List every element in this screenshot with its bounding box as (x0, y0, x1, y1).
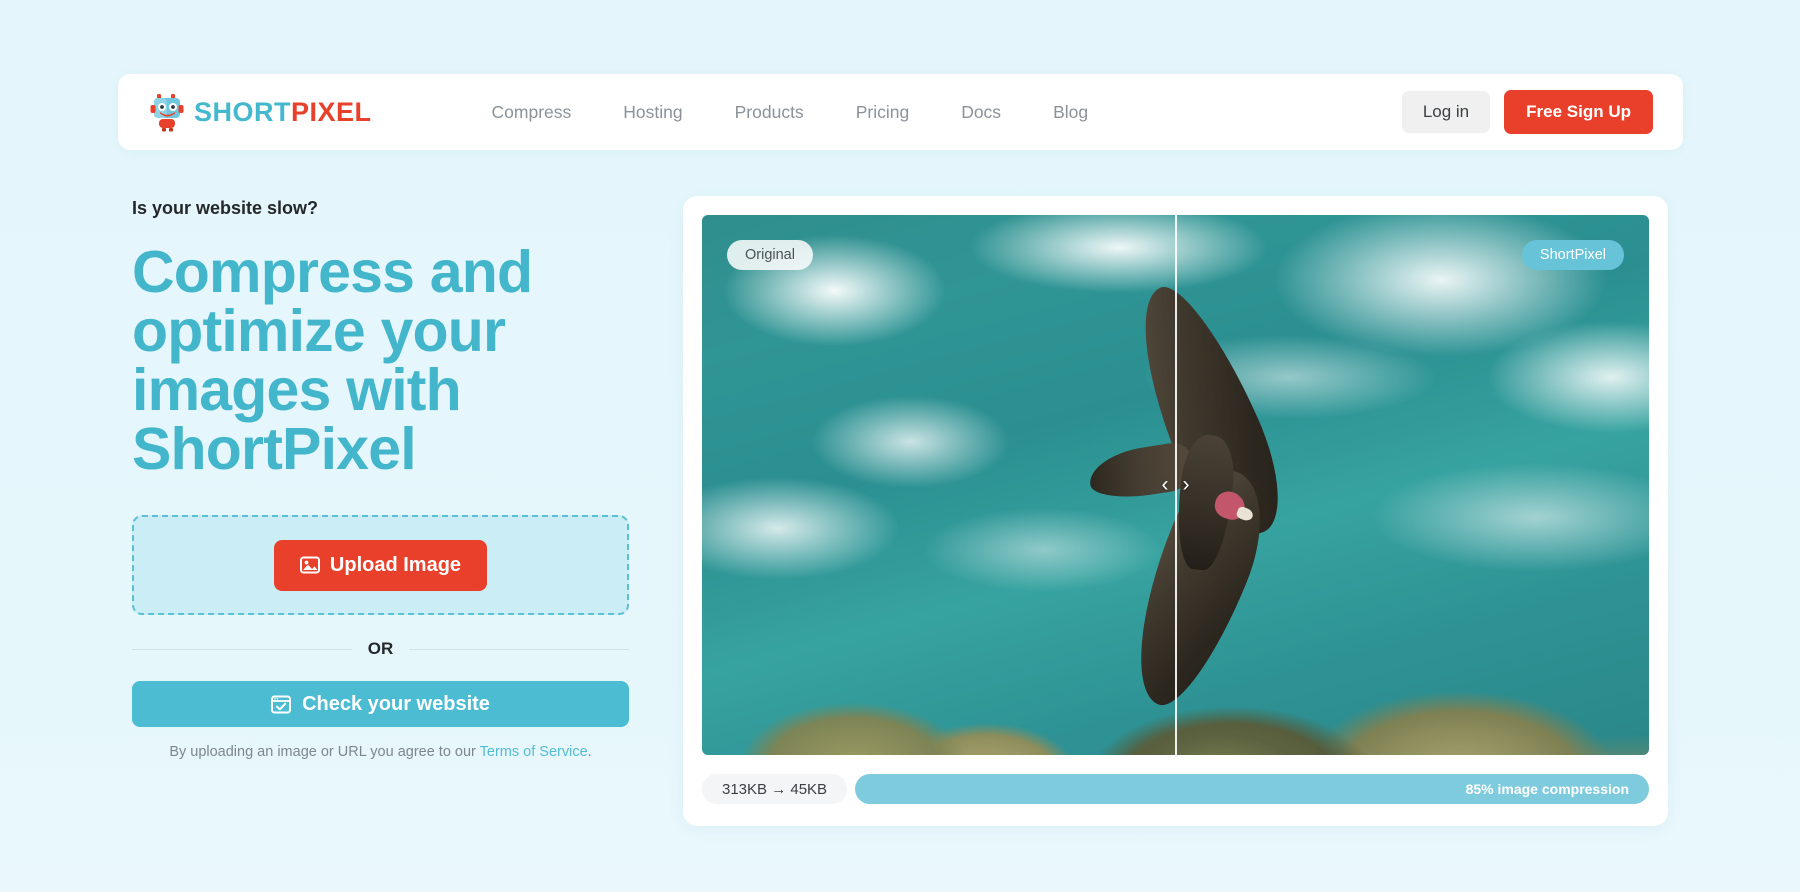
nav-link-pricing[interactable]: Pricing (856, 102, 910, 123)
browser-check-icon (271, 695, 292, 713)
terms-suffix: . (587, 744, 592, 760)
image-comparison-slider[interactable]: ‹ › Original ShortPixel (702, 215, 1649, 755)
or-label: OR (367, 639, 394, 658)
compression-bar: 313KB → 45KB 85% image compression (702, 774, 1649, 804)
headline-line-2: optimize your (132, 298, 506, 364)
badge-original: Original (727, 240, 813, 270)
upload-image-label: Upload Image (329, 553, 462, 576)
file-size-pill: 313KB → 45KB (702, 774, 848, 804)
hero-left-column: Is your website slow? Compress and optim… (132, 198, 632, 760)
headline-line-4: ShortPixel (132, 416, 417, 482)
brand-logo[interactable]: SHORTPIXEL (150, 92, 372, 132)
login-button[interactable]: Log in (1401, 91, 1491, 133)
nav-link-compress[interactable]: Compress (492, 102, 572, 123)
terms-of-service-link[interactable]: Terms of Service (480, 744, 588, 760)
page-title: Compress and optimize your images with S… (132, 243, 632, 479)
landing-page: SHORTPIXEL Compress Hosting Products Pri… (0, 0, 1800, 892)
upload-image-button[interactable]: Upload Image (273, 539, 488, 591)
nav-actions: Log in Free Sign Up (1401, 90, 1653, 134)
navbar: SHORTPIXEL Compress Hosting Products Pri… (118, 74, 1683, 150)
upload-dropzone[interactable]: Upload Image (132, 515, 629, 615)
compression-percent-label: 85% image compression (1465, 781, 1629, 797)
robot-mascot-icon (150, 94, 184, 132)
headline-line-3: images with (132, 357, 462, 423)
nav-link-blog[interactable]: Blog (1053, 102, 1088, 123)
check-website-label: Check your website (302, 692, 490, 715)
badge-optimized: ShortPixel (1521, 240, 1624, 270)
brand-pixel-text: PIXEL (291, 96, 372, 127)
brand-short-text: SHORT (194, 96, 291, 127)
hero-eyebrow: Is your website slow? (132, 198, 319, 218)
comparison-card: ‹ › Original ShortPixel 313KB → 45KB 85%… (683, 196, 1668, 826)
chevron-right-icon[interactable]: › (1183, 473, 1190, 497)
brand-wordmark: SHORTPIXEL (194, 97, 372, 128)
comparison-slider-handle[interactable]: ‹ › (1162, 473, 1190, 497)
terms-prefix: By uploading an image or URL you agree t… (169, 744, 480, 760)
chevron-left-icon[interactable]: ‹ (1162, 473, 1169, 497)
nav-link-hosting[interactable]: Hosting (623, 102, 682, 123)
image-icon (299, 556, 320, 574)
nav-link-docs[interactable]: Docs (961, 102, 1001, 123)
nav-link-products[interactable]: Products (735, 102, 804, 123)
signup-button[interactable]: Free Sign Up (1504, 90, 1653, 134)
nav-links: Compress Hosting Products Pricing Docs B… (492, 102, 1089, 123)
or-line-left (132, 648, 352, 650)
terms-notice: By uploading an image or URL you agree t… (132, 744, 629, 760)
check-website-button[interactable]: Check your website (132, 681, 629, 727)
or-line-right (409, 648, 629, 650)
compression-progress-track: 85% image compression (855, 774, 1649, 804)
headline-line-1: Compress and (132, 239, 533, 305)
or-divider: OR (132, 639, 629, 659)
